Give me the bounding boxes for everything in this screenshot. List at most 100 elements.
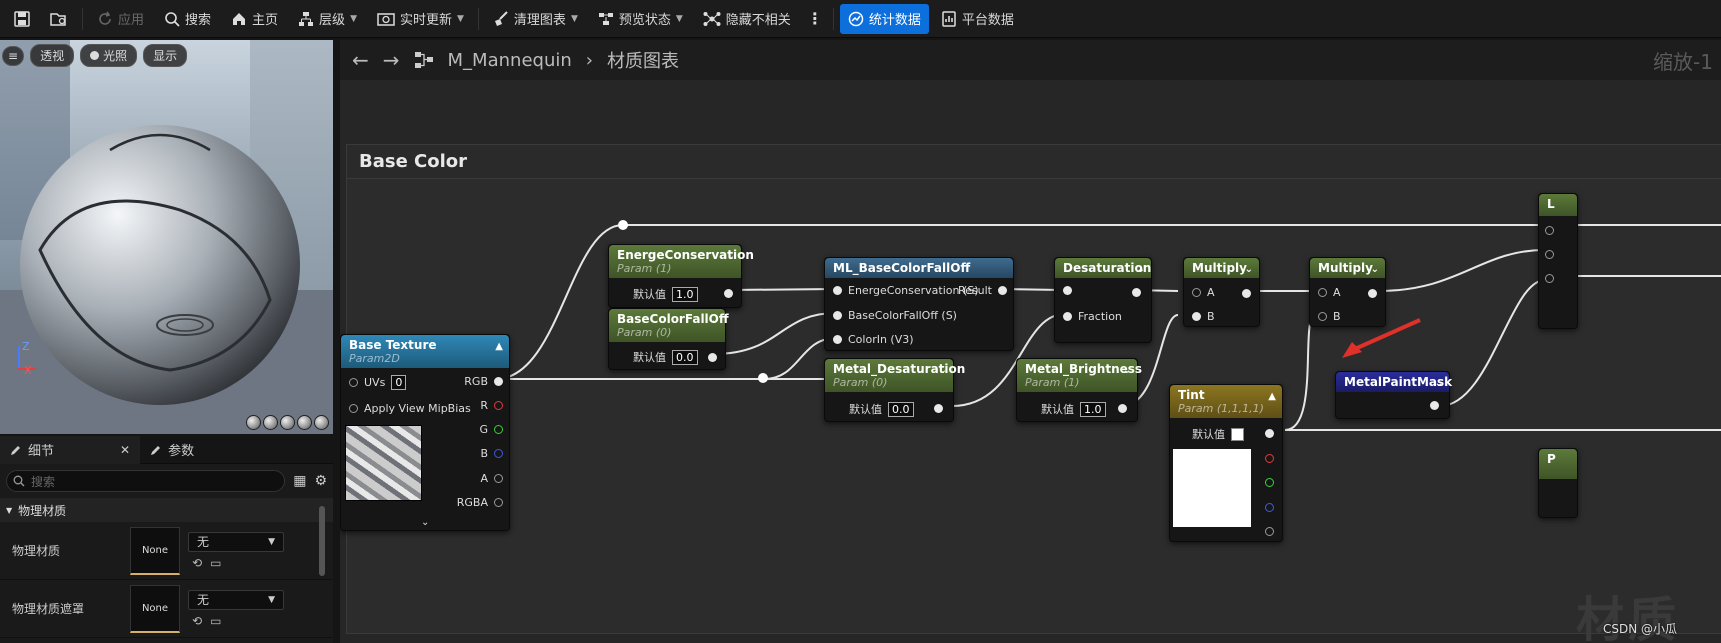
output-pin[interactable] [708, 353, 717, 362]
node-multiply-2[interactable]: Multiply ⌄ A B [1309, 257, 1386, 327]
preview-state-dropdown[interactable]: 预览状态 ▼ [590, 4, 691, 34]
node-edge-bottom[interactable]: P [1538, 448, 1578, 518]
details-scrollbar[interactable] [319, 506, 325, 576]
cylinder-shape-button[interactable] [246, 415, 261, 430]
node-base-texture[interactable]: Base Texture Param2D ▲ UVs 0 Apply View Mip… [340, 334, 510, 531]
asset-picker-dropdown[interactable]: 无 ▼ [188, 531, 284, 552]
comment-title[interactable]: Base Color [347, 145, 1721, 179]
cube-shape-button[interactable] [297, 415, 312, 430]
node-energe-conservation[interactable]: EnergeConservation Param (1) ⌄ 默认值 1.0 [608, 244, 754, 308]
input-pin[interactable] [833, 286, 842, 295]
asset-name[interactable]: M_Mannequin [448, 50, 572, 71]
node-tint[interactable]: Tint Param (1,1,1,1) ▲ 默认值 [1169, 384, 1283, 542]
lighting-button[interactable]: 光照 [80, 44, 138, 67]
back-arrow-icon[interactable]: ← [352, 48, 369, 72]
node-metal-desaturation[interactable]: Metal_Desaturation Param (0) ⌄ 默认值 0.0 [824, 358, 965, 422]
gear-icon[interactable]: ⚙ [314, 473, 327, 489]
node-header[interactable]: Multiply ⌄ [1184, 258, 1259, 278]
collapse-icon[interactable]: ▲ [495, 341, 503, 352]
node-edge-top[interactable]: L [1538, 193, 1578, 329]
asset-picker-dropdown[interactable]: 无 ▼ [188, 589, 284, 610]
input-pin[interactable] [1318, 288, 1327, 297]
plane-shape-button[interactable] [280, 415, 295, 430]
chevron-down-icon[interactable]: ⌄ [421, 517, 429, 528]
hierarchy-dropdown[interactable]: 层级 ▼ [290, 4, 365, 34]
close-icon[interactable]: ✕ [120, 443, 130, 457]
output-pin[interactable] [1265, 478, 1274, 487]
value-box[interactable]: 0 [391, 375, 407, 390]
chevron-down-icon[interactable]: ⌄ [727, 251, 735, 262]
node-header[interactable]: P [1539, 449, 1577, 479]
node-header[interactable]: ML_BaseColorFallOff [825, 258, 1013, 278]
node-multiply-1[interactable]: Multiply ⌄ A B [1183, 257, 1260, 327]
chevron-down-icon[interactable]: ⌄ [1435, 378, 1443, 389]
node-metal-brightness[interactable]: Metal_Brightness Param (1) ⌄ 默认值 1.0 [1016, 358, 1142, 422]
output-pin[interactable] [1368, 289, 1377, 298]
input-pin[interactable] [1318, 312, 1327, 321]
input-pin[interactable] [1063, 286, 1072, 295]
node-header[interactable]: EnergeConservation Param (1) ⌄ [609, 245, 754, 278]
chevron-down-icon[interactable]: ⌄ [1245, 264, 1253, 275]
value-box[interactable]: 1.0 [672, 286, 698, 302]
node-base-color-falloff[interactable]: BaseColorFallOff Param (0) ⌄ 默认值 0.0 [608, 308, 729, 370]
input-pin[interactable] [1545, 226, 1554, 235]
output-pin[interactable] [494, 377, 503, 386]
material-graph-canvas[interactable]: ← → M_Mannequin › 材质图表 缩放-1 Base Color B… [340, 40, 1721, 643]
input-pin[interactable] [1063, 312, 1072, 321]
output-pin[interactable] [494, 498, 503, 507]
asset-thumbnail[interactable]: None [130, 526, 180, 575]
tab-params[interactable]: 参数 [140, 436, 204, 464]
output-pin[interactable] [1118, 404, 1127, 413]
output-pin[interactable] [1265, 527, 1274, 536]
output-pin[interactable] [1265, 454, 1274, 463]
chevron-down-icon[interactable]: ⌄ [1371, 264, 1379, 275]
stats-button[interactable]: 统计数据 [839, 3, 929, 34]
show-button[interactable]: 显示 [143, 44, 188, 67]
input-pin[interactable] [1192, 312, 1201, 321]
node-header[interactable]: Tint Param (1,1,1,1) ▲ [1170, 385, 1282, 418]
node-metal-paint-mask[interactable]: MetalPaintMask ⌄ [1335, 371, 1452, 419]
chevron-down-icon[interactable]: ⌄ [939, 365, 947, 376]
asset-thumbnail[interactable]: None [130, 584, 180, 633]
node-header[interactable]: MetalPaintMask ⌄ [1336, 372, 1452, 392]
input-pin[interactable] [349, 404, 358, 413]
value-box[interactable]: 0.0 [888, 401, 914, 417]
details-search-input[interactable]: 搜索 [6, 470, 286, 492]
chevron-down-icon[interactable]: ⌄ [1123, 365, 1131, 376]
input-pin[interactable] [1545, 250, 1554, 259]
mesh-shape-button[interactable] [314, 415, 329, 430]
output-pin[interactable] [724, 289, 733, 298]
browse-button[interactable] [42, 4, 76, 34]
collapse-icon[interactable]: ▲ [1268, 391, 1276, 402]
apply-button[interactable]: 应用 [89, 4, 152, 34]
forward-arrow-icon[interactable]: → [383, 48, 400, 72]
use-selected-icon[interactable]: ⟲ [192, 556, 202, 570]
output-pin[interactable] [1132, 288, 1141, 297]
value-box[interactable]: 0.0 [672, 349, 698, 365]
output-pin[interactable] [934, 404, 943, 413]
input-pin[interactable] [833, 335, 842, 344]
search-button[interactable]: 搜索 [156, 4, 219, 34]
table-view-icon[interactable]: ▦ [293, 473, 306, 489]
more-options-button[interactable]: ⋮ [803, 4, 827, 34]
preview-viewport[interactable]: ≡ 透视 光照 显示 Z X [0, 40, 333, 434]
platform-stats-button[interactable]: 平台数据 [933, 4, 1022, 34]
output-pin[interactable] [998, 286, 1007, 295]
input-pin[interactable] [1192, 288, 1201, 297]
tab-details[interactable]: 细节 ✕ [0, 435, 141, 464]
node-header[interactable]: BaseColorFallOff Param (0) ⌄ [609, 309, 729, 342]
output-pin[interactable] [1265, 429, 1274, 438]
node-header[interactable]: Base Texture Param2D ▲ [341, 335, 509, 368]
chevron-down-icon[interactable]: ⌄ [711, 315, 719, 326]
output-pin[interactable] [494, 474, 503, 483]
clean-graph-dropdown[interactable]: 清理图表 ▼ [485, 4, 586, 34]
node-header[interactable]: Multiply ⌄ [1310, 258, 1385, 278]
viewport-menu-button[interactable]: ≡ [2, 45, 25, 66]
input-pin[interactable] [833, 311, 842, 320]
node-header[interactable]: Metal_Brightness Param (1) ⌄ [1017, 359, 1142, 392]
output-pin[interactable] [1430, 401, 1439, 410]
node-header[interactable]: L [1539, 194, 1577, 216]
use-selected-icon[interactable]: ⟲ [192, 614, 202, 628]
live-update-dropdown[interactable]: 实时更新 ▼ [369, 4, 472, 34]
output-pin[interactable] [494, 425, 503, 434]
